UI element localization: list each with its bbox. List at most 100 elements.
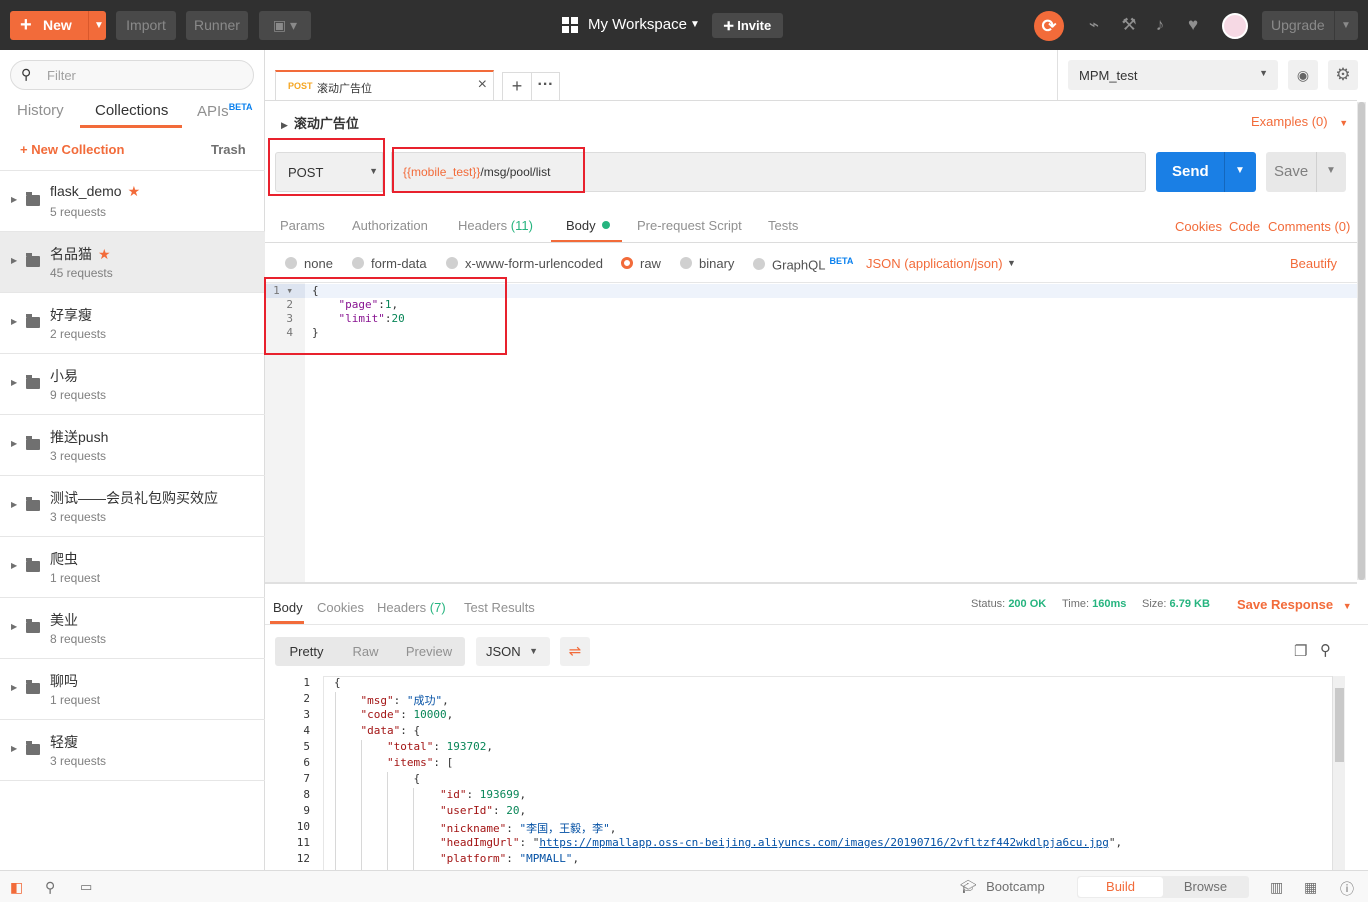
heart-icon[interactable]: ♥ (1182, 14, 1204, 36)
environment-select[interactable]: MPM_test ▼ (1068, 60, 1278, 90)
scrollbar-thumb[interactable] (1358, 102, 1365, 580)
caret-right-icon[interactable]: ▶ (11, 439, 17, 448)
collection-item[interactable]: ▶ 轻瘦 3 requests (0, 720, 265, 781)
save-response-button[interactable]: Save Response ▼ (1237, 597, 1352, 612)
find-icon[interactable]: ⚲ (45, 879, 55, 896)
tab-prerequest-script[interactable]: Pre-request Script (637, 218, 742, 233)
caret-right-icon[interactable]: ▶ (11, 378, 17, 387)
gear-icon[interactable]: ⚙ (1328, 60, 1358, 90)
more-tabs-button[interactable]: ··· (531, 72, 560, 101)
two-pane-icon[interactable]: ▥ (1270, 879, 1283, 896)
wrap-lines-icon[interactable]: ⇌ (560, 637, 590, 666)
collection-item[interactable]: ▶ 美业 8 requests (0, 598, 265, 659)
close-icon[interactable]: × (478, 76, 487, 94)
chevron-down-icon[interactable]: ▼ (94, 11, 104, 40)
wrench-icon[interactable]: ⚒ (1118, 14, 1140, 36)
console-icon[interactable]: ▭ (80, 879, 92, 895)
caret-right-icon[interactable]: ▶ (11, 256, 17, 265)
radio-binary[interactable]: binary (680, 256, 734, 271)
collection-item[interactable]: ▶ 测试——会员礼包购买效应 3 requests (0, 476, 265, 537)
trash-button[interactable]: Trash (211, 142, 246, 157)
import-button[interactable]: Import (116, 11, 176, 40)
star-icon[interactable]: ★ (128, 183, 141, 199)
chevron-down-icon[interactable]: ▼ (1326, 165, 1336, 176)
search-icon[interactable]: ⚲ (1320, 641, 1338, 659)
tab-body[interactable]: Body (566, 218, 610, 233)
tab-authorization[interactable]: Authorization (352, 218, 428, 233)
response-body-viewer[interactable]: 1 2 3 4 5 6 7 8 9 10 11 12 { "msg": "成功"… (265, 676, 1345, 870)
radio-form-data[interactable]: form-data (352, 256, 427, 271)
caret-right-icon[interactable]: ▶ (11, 561, 17, 570)
caret-right-icon[interactable]: ▶ (11, 500, 17, 509)
response-tab-headers[interactable]: Headers (7) (377, 600, 446, 615)
collection-item[interactable]: ▶ 名品猫 ★ 45 requests (0, 232, 265, 293)
bell-icon[interactable]: ♪ (1149, 14, 1171, 36)
sidebar-toggle-icon[interactable]: ◧ (10, 879, 23, 896)
pane-divider[interactable] (265, 582, 1357, 584)
upgrade-button[interactable]: Upgrade ▼ (1262, 11, 1358, 40)
new-collection-button[interactable]: + New Collection (20, 142, 124, 157)
add-tab-button[interactable]: + (502, 72, 532, 101)
tab-params[interactable]: Params (280, 218, 325, 233)
tab-apis[interactable]: APIsBETA (197, 102, 253, 120)
collection-item[interactable]: ▶ 聊吗 1 request (0, 659, 265, 720)
request-tab[interactable]: POST 滚动广告位 × (275, 70, 494, 101)
scrollbar-thumb[interactable] (1335, 688, 1344, 762)
view-pretty-button[interactable]: Pretty (275, 637, 338, 666)
filter-input[interactable]: ⚲ Filter (10, 60, 254, 90)
scrollbar[interactable] (1357, 102, 1366, 580)
examples-dropdown[interactable]: Examples (0) ▼ (1251, 114, 1348, 129)
browse-mode-button[interactable]: Browse (1163, 877, 1248, 897)
format-select[interactable]: JSON ▼ (476, 637, 550, 666)
response-tab-body[interactable]: Body (273, 600, 303, 615)
radio-urlencoded[interactable]: x-www-form-urlencoded (446, 256, 603, 271)
image-url-link[interactable]: https://mpmallapp.oss-cn-beijing.aliyunc… (539, 836, 1109, 849)
tab-headers[interactable]: Headers (11) (458, 218, 533, 233)
new-window-button[interactable]: ▣ ▾ (259, 11, 311, 40)
tab-tests[interactable]: Tests (768, 218, 798, 233)
caret-right-icon[interactable]: ▶ (11, 744, 17, 753)
beautify-button[interactable]: Beautify (1290, 256, 1337, 271)
collection-item[interactable]: ▶ 好享瘦 2 requests (0, 293, 265, 354)
save-button[interactable]: Save ▼ (1266, 152, 1346, 192)
view-preview-button[interactable]: Preview (393, 637, 465, 666)
build-mode-button[interactable]: Build (1078, 877, 1163, 897)
scrollbar[interactable] (1332, 676, 1345, 870)
view-raw-button[interactable]: Raw (338, 637, 393, 666)
response-tab-cookies[interactable]: Cookies (317, 600, 364, 615)
collection-item[interactable]: ▶ flask_demo ★ 5 requests (0, 171, 265, 232)
radio-raw[interactable]: raw (621, 256, 661, 271)
avatar[interactable] (1222, 13, 1248, 39)
collection-item[interactable]: ▶ 小易 9 requests (0, 354, 265, 415)
content-type-select[interactable]: JSON (application/json) (866, 256, 1003, 271)
response-tab-test-results[interactable]: Test Results (464, 600, 535, 615)
help-icon[interactable]: ⓘ (1340, 879, 1354, 899)
runner-button[interactable]: Runner (186, 11, 248, 40)
copy-icon[interactable]: ❐ (1294, 642, 1310, 660)
caret-right-icon[interactable]: ▶ (11, 683, 17, 692)
radio-none[interactable]: none (285, 256, 333, 271)
caret-right-icon[interactable]: ▶ (11, 195, 17, 204)
cookies-link[interactable]: Cookies (1175, 219, 1222, 234)
star-icon[interactable]: ★ (98, 246, 111, 262)
new-button[interactable]: + New ▼ (10, 11, 106, 40)
bootcamp-link[interactable]: 🎓︎ Bootcamp (960, 879, 1045, 895)
eye-icon[interactable]: ◉ (1288, 60, 1318, 90)
sync-icon[interactable]: ⟳ (1034, 11, 1064, 41)
collection-item[interactable]: ▶ 爬虫 1 request (0, 537, 265, 598)
radio-graphql[interactable]: GraphQL BETA (753, 256, 853, 272)
tab-history[interactable]: History (17, 102, 64, 119)
chevron-down-icon[interactable]: ▼ (1007, 258, 1016, 268)
tab-collections[interactable]: Collections (95, 102, 168, 119)
comments-link[interactable]: Comments (0) (1268, 219, 1350, 234)
request-title[interactable]: ▶ 滚动广告位 (281, 113, 359, 132)
chevron-down-icon[interactable]: ▼ (1235, 165, 1245, 176)
invite-button[interactable]: ➕︎ Invite (712, 13, 783, 38)
satellite-icon[interactable]: ⌁ (1083, 14, 1105, 36)
collection-item[interactable]: ▶ 推送push 3 requests (0, 415, 265, 476)
chevron-down-icon[interactable]: ▼ (1341, 11, 1351, 40)
caret-right-icon[interactable]: ▶ (11, 317, 17, 326)
caret-right-icon[interactable]: ▶ (11, 622, 17, 631)
code-link[interactable]: Code (1229, 219, 1260, 234)
send-button[interactable]: Send ▼ (1156, 152, 1256, 192)
